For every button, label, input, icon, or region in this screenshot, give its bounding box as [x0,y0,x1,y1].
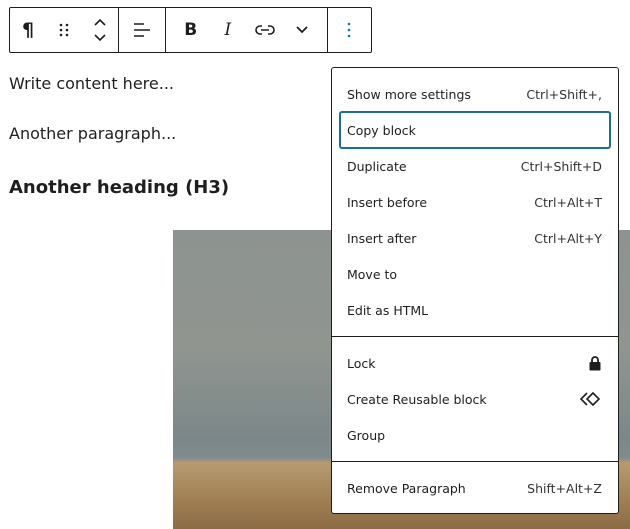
menu-item-copy-block[interactable]: Copy block [339,111,611,149]
menu-item-label: Remove Paragraph [347,480,466,496]
menu-item-label: Insert after [347,230,417,246]
format-group: B I [166,8,328,52]
menu-item-label: Lock [347,355,376,371]
link-icon [255,25,275,35]
shortcut: Ctrl+Alt+Y [534,230,602,246]
block-options-menu: Show more settings Ctrl+Shift+, Copy bloc… [331,67,619,514]
more-formats-button[interactable] [284,8,320,52]
options-group [328,8,371,52]
bold-icon: B [184,20,198,40]
menu-item-insert-after[interactable]: Insert after Ctrl+Alt+Y [339,220,611,256]
paragraph-block[interactable]: Write content here... [9,74,174,93]
drag-icon [59,23,69,37]
move-buttons [82,8,118,52]
more-vertical-icon [348,22,351,38]
menu-item-label: Move to [347,266,398,282]
shortcut: Ctrl+Shift+, [526,86,602,102]
move-down-icon[interactable] [93,33,107,43]
block-controls: ¶ [10,8,119,52]
shortcut: Ctrl+Alt+T [534,194,602,210]
options-button[interactable] [331,8,367,52]
menu-item-insert-before[interactable]: Insert before Ctrl+Alt+T [339,184,611,220]
menu-item-show-more-settings[interactable]: Show more settings Ctrl+Shift+, [339,76,611,112]
paragraph-block-button[interactable]: ¶ [10,8,46,52]
chevron-down-icon [296,26,308,34]
menu-item-remove-paragraph[interactable]: Remove Paragraph Shift+Alt+Z [339,470,611,506]
menu-item-create-reusable-block[interactable]: Create Reusable block [339,381,611,417]
italic-icon: I [224,20,232,40]
menu-item-label: Copy block [347,122,416,138]
menu-item-label: Insert before [347,194,428,210]
drag-handle[interactable] [46,8,82,52]
menu-section: Remove Paragraph Shift+Alt+Z [332,462,618,514]
menu-item-edit-as-html[interactable]: Edit as HTML [339,292,611,328]
menu-item-move-to[interactable]: Move to [339,256,611,292]
block-toolbar: ¶ B I [9,7,372,53]
italic-button[interactable]: I [210,8,246,52]
menu-item-group[interactable]: Group [339,417,611,453]
align-left-icon [134,23,151,37]
align-button[interactable] [124,8,160,52]
align-group [119,8,167,52]
bold-button[interactable]: B [173,8,209,52]
paragraph-icon: ¶ [21,19,35,41]
heading-block[interactable]: Another heading (H3) [9,177,229,198]
menu-item-lock[interactable]: Lock [339,345,611,381]
menu-section: Show more settings Ctrl+Shift+, Copy bloc… [332,68,618,337]
paragraph-block[interactable]: Another paragraph... [9,124,176,143]
link-button[interactable] [247,8,283,52]
move-up-icon[interactable] [93,17,107,27]
menu-section: Lock Create Reusable block Group [332,337,618,462]
lock-icon [589,356,601,371]
shortcut: Shift+Alt+Z [527,480,602,496]
menu-item-label: Edit as HTML [347,302,429,318]
menu-item-label: Group [347,427,386,443]
menu-item-label: Show more settings [347,86,471,102]
reusable-block-icon [580,391,601,407]
menu-item-label: Create Reusable block [347,391,487,407]
shortcut: Ctrl+Shift+D [520,158,602,174]
menu-item-label: Duplicate [347,158,407,174]
menu-item-duplicate[interactable]: Duplicate Ctrl+Shift+D [339,148,611,184]
